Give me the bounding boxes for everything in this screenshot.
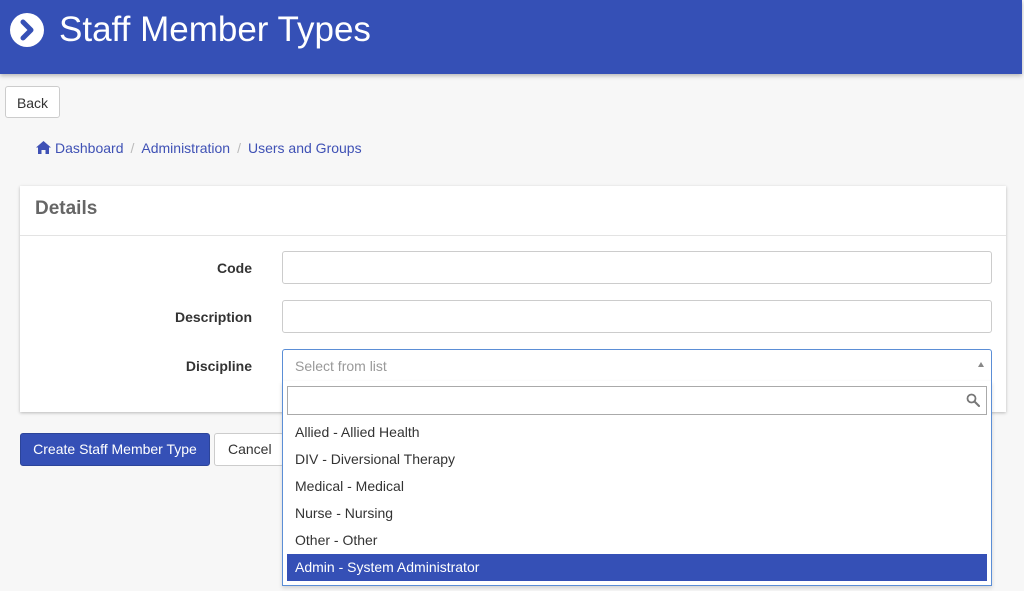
- home-icon: [36, 141, 51, 154]
- code-field[interactable]: [282, 251, 992, 284]
- breadcrumb-dashboard[interactable]: Dashboard: [55, 140, 124, 156]
- description-field[interactable]: [282, 300, 992, 333]
- discipline-placeholder: Select from list: [295, 358, 387, 374]
- description-label: Description: [174, 309, 252, 325]
- cancel-button[interactable]: Cancel: [214, 433, 284, 466]
- option-allied[interactable]: Allied - Allied Health: [287, 419, 987, 446]
- details-title: Details: [35, 198, 98, 219]
- back-button[interactable]: Back: [5, 86, 60, 118]
- breadcrumb-separator: /: [130, 140, 135, 156]
- discipline-label: Discipline: [185, 358, 252, 374]
- breadcrumb-separator: /: [237, 140, 241, 156]
- discipline-dropdown: Allied - Allied Health DIV - Diversional…: [282, 381, 992, 586]
- dropdown-search-input[interactable]: [287, 386, 987, 415]
- option-medical[interactable]: Medical - Medical: [287, 473, 987, 500]
- search-icon: [966, 393, 980, 407]
- page-title: Staff Member Types: [59, 10, 371, 49]
- option-div[interactable]: DIV - Diversional Therapy: [287, 446, 987, 473]
- code-label: Code: [217, 260, 252, 276]
- create-staff-member-type-button[interactable]: Create Staff Member Type: [20, 433, 210, 466]
- page-header: Staff Member Types: [0, 0, 1022, 74]
- breadcrumb: Dashboard / Administration / Users and Group…: [36, 139, 362, 157]
- breadcrumb-administration[interactable]: Administration: [141, 140, 230, 156]
- option-nurse[interactable]: Nurse - Nursing: [287, 500, 987, 527]
- caret-up-icon: [978, 362, 984, 367]
- option-other[interactable]: Other - Other: [287, 527, 987, 554]
- breadcrumb-users-and-groups[interactable]: Users and Groups: [248, 140, 362, 156]
- discipline-select[interactable]: Select from list: [282, 349, 992, 382]
- option-admin[interactable]: Admin - System Administrator: [287, 554, 987, 581]
- divider: [20, 235, 1006, 236]
- chevron-right-circle-icon: [10, 13, 44, 47]
